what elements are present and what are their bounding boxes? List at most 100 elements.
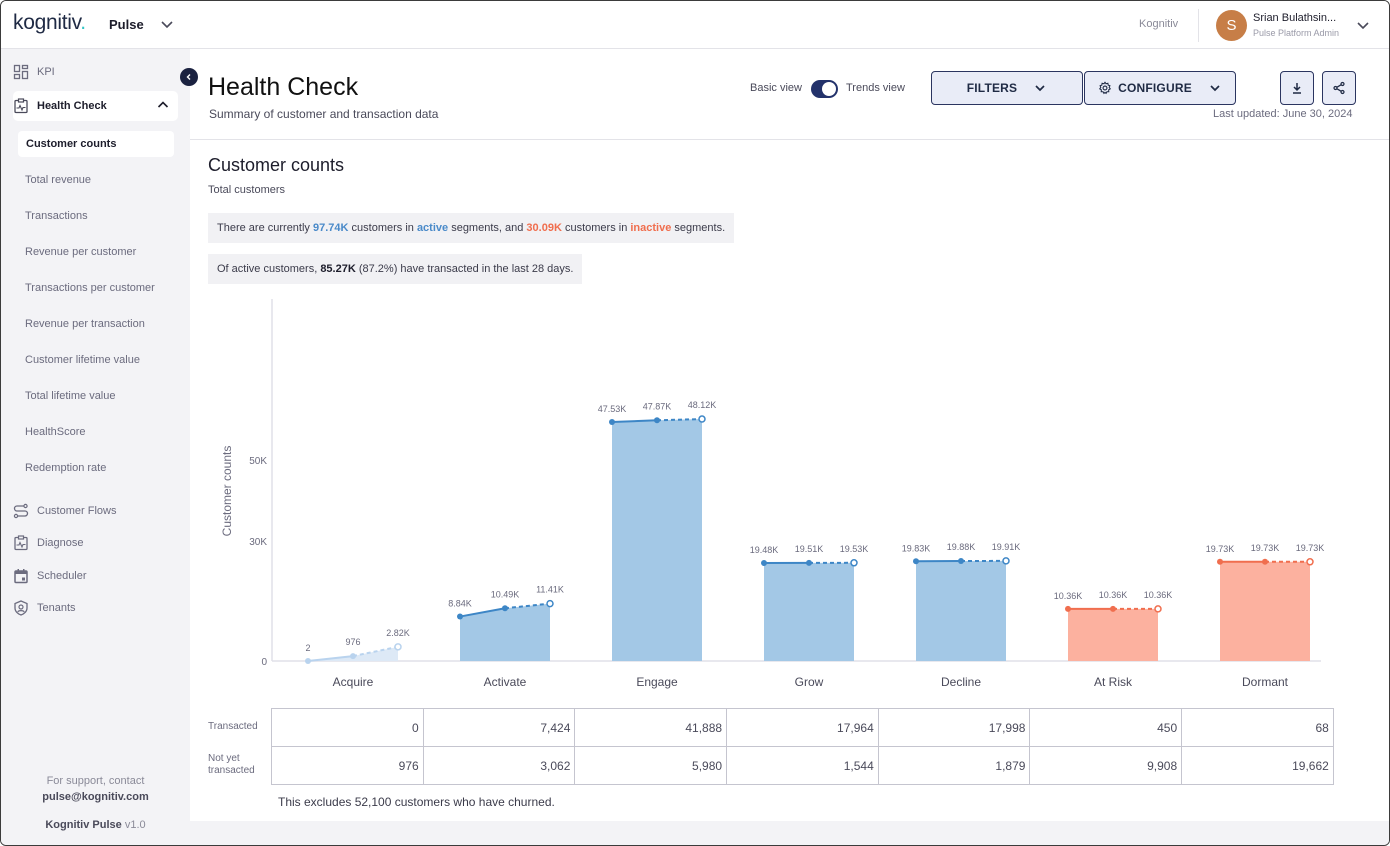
table-cell: 3,062 [422,746,576,785]
data-label: 10.36K [1099,590,1128,600]
chevron-down-icon[interactable] [1355,17,1371,33]
trend-point-forecast [546,599,554,608]
sidebar-subitem-total-revenue[interactable]: Total revenue [25,174,91,186]
y-tick-label: 0 [261,657,267,668]
download-button[interactable] [1280,71,1314,105]
sidebar-item-label: Tenants [37,602,76,614]
sidebar-item-diagnose[interactable]: Diagnose [13,531,83,555]
sidebar-subitem-revenue-per-customer[interactable]: Revenue per customer [25,246,136,258]
x-tick-label: Activate [484,675,527,689]
avatar[interactable]: S [1216,10,1247,41]
app-switcher-label[interactable]: Pulse [109,17,144,32]
data-label: 10.49K [491,589,520,599]
sidebar-subitem-transactions[interactable]: Transactions [25,210,88,222]
data-label: 19.53K [840,544,869,554]
flow-icon [13,503,29,519]
y-tick-label: 50K [249,456,267,467]
data-label: 19.73K [1296,543,1325,553]
sidebar-item-label: Diagnose [37,537,84,549]
trend-point [305,657,311,664]
trend-point-forecast [1154,605,1162,613]
data-label: 19.51K [795,544,824,554]
sidebar-item-health-check[interactable]: Health Check [13,91,178,121]
chevron-up-icon[interactable] [156,98,170,112]
data-label: 19.48K [750,545,779,555]
sidebar-item-label: KPI [37,66,55,78]
x-tick-label: Acquire [333,675,374,689]
toggle-knob [822,82,836,96]
bar-decline [916,560,1006,661]
active-count: 97.74K [312,222,349,234]
tenant-name[interactable]: Kognitiv [1139,18,1178,30]
table-cell: 9,908 [1029,746,1183,785]
section-title: Customer counts [208,155,345,175]
user-name[interactable]: Srian Bulathsin... [1253,12,1336,24]
trend-point [609,419,615,425]
callout-text: (87.2%) have transacted in the last 28 d… [355,263,574,275]
collapse-sidebar-button[interactable] [180,68,198,86]
chevron-down-icon[interactable] [159,16,175,32]
divider [1198,9,1199,42]
trend-point [958,558,964,565]
counts-table: 0 7,424 41,888 17,964 17,998 450 68 976 … [271,708,1334,785]
footer-band [190,821,1389,845]
sidebar-subitem-healthscore[interactable]: HealthScore [25,426,86,438]
trend-point [457,613,463,620]
trend-line-forecast [656,418,703,422]
callout-text: segments, and [448,222,527,234]
transacted-callout: Of active customers, 85.27K (87.2%) have… [208,254,583,284]
callout-text: segments. [671,222,726,234]
data-label: 8.84K [448,599,472,609]
data-label: 47.53K [598,404,627,414]
bar-grow [764,562,854,661]
table-row: 0 7,424 41,888 17,964 17,998 450 68 [271,708,1334,747]
basic-view-label: Basic view [750,82,802,94]
sidebar-subitem-transactions-per-customer[interactable]: Transactions per customer [25,282,155,294]
x-tick-label: Dormant [1242,675,1289,689]
sidebar-item-kpi[interactable]: KPI [13,60,55,84]
sidebar-item-scheduler[interactable]: Scheduler [13,564,87,588]
sidebar: KPI Health Check Customer counts Total r… [1,49,190,845]
data-label: 19.73K [1251,543,1280,553]
callout-text: customers in [348,222,417,234]
sidebar-subitem-redemption-rate[interactable]: Redemption rate [25,462,106,474]
header-divider [190,139,1389,140]
sidebar-item-label: Customer Flows [37,505,117,517]
data-label: 2 [305,643,310,653]
configure-label: CONFIGURE [1118,81,1192,95]
view-toggle[interactable] [811,80,838,98]
configure-button[interactable]: CONFIGURE [1084,71,1236,105]
x-tick-label: Decline [941,675,981,689]
sidebar-item-customer-flows[interactable]: Customer Flows [13,499,116,523]
bar-at-risk [1068,608,1158,661]
top-bar: kognitiv. Pulse Kognitiv S Srian Bulaths… [1,1,1389,49]
sidebar-subitem-customer-lifetime-value[interactable]: Customer lifetime value [25,354,140,366]
section-subtitle: Total customers [208,184,286,196]
product-name: Kognitiv Pulse [45,819,122,831]
bar-activate [460,603,550,661]
bar-engage [612,419,702,661]
customer-counts-chart: Customer counts 0 30K 50K 2 976 2.82K Acqui… [220,299,1325,689]
x-tick-label: Engage [636,675,678,689]
product-version: Kognitiv Pulse v1.0 [1,819,190,831]
y-tick-label: 30K [249,537,267,548]
filters-label: FILTERS [966,81,1018,95]
data-label: 2.82K [386,628,410,638]
table-cell: 17,964 [726,708,879,747]
kognitiv-logo[interactable]: kognitiv. [13,11,86,35]
trend-point [1065,605,1071,612]
sidebar-subitem-customer-counts[interactable]: Customer counts [18,131,174,157]
callout-text: Of active customers, [217,263,321,275]
app-window: kognitiv. Pulse Kognitiv S Srian Bulaths… [0,0,1390,846]
sidebar-subitem-total-lifetime-value[interactable]: Total lifetime value [25,390,116,402]
table-cell: 976 [271,746,424,785]
sidebar-subitem-revenue-per-transaction[interactable]: Revenue per transaction [25,318,145,330]
filters-button[interactable]: FILTERS [931,71,1083,105]
support-email-link[interactable]: pulse@kognitiv.com [1,791,190,803]
trend-point [1262,558,1268,565]
trend-point [913,558,919,565]
sidebar-item-tenants[interactable]: Tenants [13,596,76,620]
share-button[interactable] [1322,71,1356,105]
trend-point [1217,558,1223,565]
trends-view-label: Trends view [846,82,905,94]
